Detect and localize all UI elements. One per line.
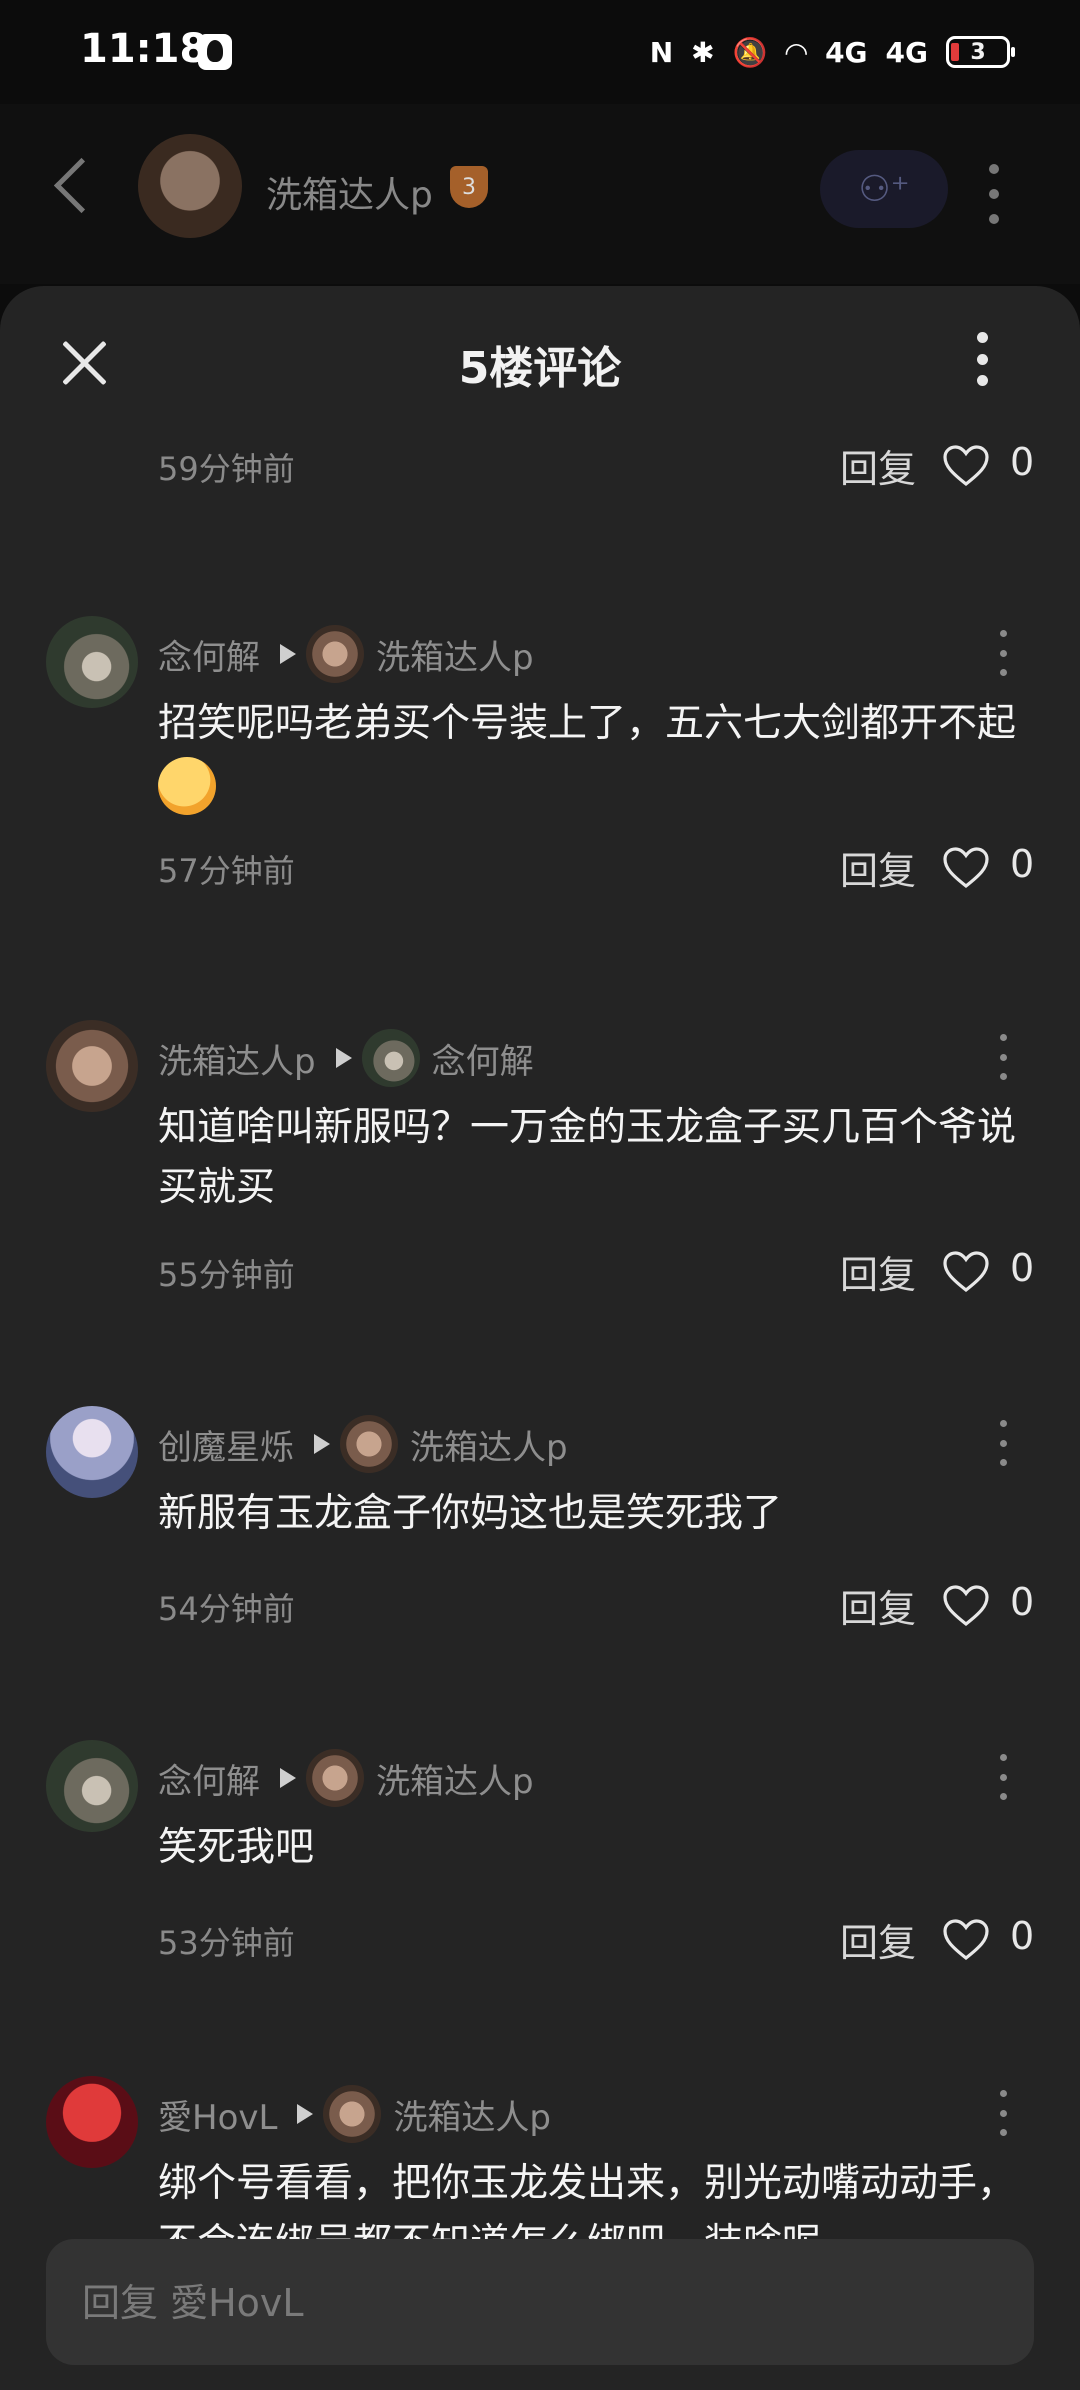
comment-userline: 念何解 洗箱达人p	[158, 1749, 534, 1807]
reply-button[interactable]: 回复	[840, 840, 916, 895]
reply-input[interactable]	[80, 2239, 1004, 2367]
reply-target-avatar[interactable]	[306, 625, 364, 683]
status-time: 11:18	[80, 26, 208, 72]
commenter-name[interactable]: 创魔星烁	[158, 1420, 294, 1469]
comment-item: 创魔星烁 洗箱达人p 新服有玉龙盒子你妈这也是笑死我了 54分钟前 回复 0	[0, 1406, 1080, 1631]
heart-icon[interactable]	[942, 1918, 990, 1962]
comment-text[interactable]: 招笑呢吗老弟买个号装上了，五六七大剑都开不起	[158, 694, 1038, 815]
reply-target-avatar[interactable]	[340, 1415, 398, 1473]
bluetooth-icon: ✱	[691, 35, 715, 69]
comment-text[interactable]: 知道啥叫新服吗？一万金的玉龙盒子买几百个爷说买就买	[158, 1098, 1038, 1218]
heart-icon[interactable]	[942, 846, 990, 890]
follow-button[interactable]: ⚇⁺	[820, 150, 948, 228]
comment-meta: 55分钟前 回复 0	[0, 1240, 1080, 1300]
status-bar: 11:18 N ✱ 🔕 ◠ 4G 4G 3	[0, 0, 1080, 104]
reply-arrow-icon	[280, 644, 296, 664]
sheet-header: 5楼评论	[0, 286, 1080, 434]
comment-more-icon[interactable]	[996, 630, 1010, 676]
comment-meta: 57分钟前 回复 0	[0, 836, 1080, 896]
thinking-emoji-icon	[158, 756, 216, 815]
comment-time: 59分钟前	[158, 450, 295, 488]
reply-target-name[interactable]: 念何解	[432, 1034, 534, 1083]
reply-button[interactable]: 回复	[840, 438, 916, 493]
avatar[interactable]	[46, 1740, 138, 1832]
comment-item: 念何解 洗箱达人p 笑死我吧 53分钟前 回复 0	[0, 1740, 1080, 1965]
add-user-icon: ⚇⁺	[858, 168, 910, 210]
comment-time: 57分钟前	[158, 852, 295, 890]
like-count: 0	[1010, 1246, 1035, 1290]
comment-text-body: 招笑呢吗老弟买个号装上了，五六七大剑都开不起	[158, 701, 1017, 746]
sheet-title: 5楼评论	[458, 343, 622, 394]
reply-target-name[interactable]: 洗箱达人p	[376, 630, 534, 679]
comment-userline: 愛HovL 洗箱达人p	[158, 2085, 551, 2143]
comment-time: 54分钟前	[158, 1590, 295, 1628]
reply-arrow-icon	[280, 1768, 296, 1788]
wifi-icon: ◠	[785, 35, 808, 69]
comment-userline: 洗箱达人p 念何解	[158, 1029, 534, 1087]
mute-bell-icon: 🔕	[732, 35, 768, 69]
like-count: 0	[1010, 842, 1035, 886]
reply-target-name[interactable]: 洗箱达人p	[376, 1754, 534, 1803]
battery-level: 3	[970, 39, 986, 65]
comment-time: 55分钟前	[158, 1256, 295, 1294]
nfc-icon: N	[649, 35, 674, 69]
comment-more-icon[interactable]	[996, 2090, 1010, 2136]
comment-userline: 念何解 洗箱达人p	[158, 625, 534, 683]
reply-button[interactable]: 回复	[840, 1912, 916, 1967]
reply-arrow-icon	[314, 1434, 330, 1454]
heart-icon[interactable]	[942, 1584, 990, 1628]
reply-input-bar	[46, 2239, 1034, 2367]
heart-icon[interactable]	[942, 1250, 990, 1294]
like-count: 0	[1010, 440, 1035, 484]
comment-text[interactable]: 新服有玉龙盒子你妈这也是笑死我了	[158, 1484, 1038, 1544]
comment-meta: 59分钟前 回复 0	[0, 434, 1080, 494]
reply-button[interactable]: 回复	[840, 1244, 916, 1299]
comment-item: 洗箱达人p 念何解 知道啥叫新服吗？一万金的玉龙盒子买几百个爷说买就买 55分钟…	[0, 1020, 1080, 1297]
avatar[interactable]	[46, 616, 138, 708]
author-name[interactable]: 洗箱达人p	[266, 166, 433, 218]
battery-icon: 3	[946, 36, 1015, 68]
comment-time: 53分钟前	[158, 1924, 295, 1962]
status-icons: N ✱ 🔕 ◠ 4G 4G 3	[649, 30, 1015, 74]
sheet-more-icon[interactable]	[970, 332, 994, 386]
comment-meta: 54分钟前 回复 0	[0, 1574, 1080, 1634]
reply-button[interactable]: 回复	[840, 1578, 916, 1633]
commenter-name[interactable]: 念何解	[158, 1754, 260, 1803]
comment-sheet: 5楼评论 59分钟前 回复 0 念何解 洗箱达人p 招笑呢吗老弟买个号装上了，五…	[0, 286, 1080, 2390]
level-badge: 3	[450, 166, 488, 208]
comment-userline: 创魔星烁 洗箱达人p	[158, 1415, 568, 1473]
avatar[interactable]	[46, 1020, 138, 1112]
reply-target-avatar[interactable]	[323, 2085, 382, 2143]
profile-header: 洗箱达人p 3 ⚇⁺	[0, 104, 1080, 284]
avatar[interactable]	[46, 1406, 138, 1498]
more-options-icon[interactable]	[982, 164, 1006, 224]
comment-more-icon[interactable]	[996, 1034, 1010, 1080]
reply-arrow-icon	[335, 1048, 352, 1068]
signal-4g-icon-1: 4G	[825, 35, 868, 69]
qq-notification-icon	[198, 34, 232, 70]
reply-target-name[interactable]: 洗箱达人p	[393, 2090, 551, 2139]
author-avatar[interactable]	[138, 134, 242, 238]
comment-list[interactable]: 59分钟前 回复 0 念何解 洗箱达人p 招笑呢吗老弟买个号装上了，五六七大剑都…	[0, 434, 1080, 2312]
heart-icon[interactable]	[942, 444, 990, 488]
reply-arrow-icon	[297, 2104, 314, 2124]
reply-target-avatar[interactable]	[361, 1029, 420, 1087]
commenter-name[interactable]: 愛HovL	[158, 2090, 277, 2139]
back-arrow-icon[interactable]	[53, 157, 110, 214]
comment-item: 念何解 洗箱达人p 招笑呢吗老弟买个号装上了，五六七大剑都开不起 57分钟前 回…	[0, 616, 1080, 893]
comment-more-icon[interactable]	[996, 1420, 1010, 1466]
like-count: 0	[1010, 1580, 1035, 1624]
reply-target-avatar[interactable]	[306, 1749, 364, 1807]
comment-meta: 53分钟前 回复 0	[0, 1908, 1080, 1968]
commenter-name[interactable]: 念何解	[158, 630, 260, 679]
like-count: 0	[1010, 1914, 1035, 1958]
reply-target-name[interactable]: 洗箱达人p	[410, 1420, 568, 1469]
avatar[interactable]	[46, 2076, 138, 2168]
comment-text[interactable]: 笑死我吧	[158, 1818, 1038, 1878]
comment-more-icon[interactable]	[996, 1754, 1010, 1800]
commenter-name[interactable]: 洗箱达人p	[158, 1034, 316, 1083]
signal-4g-icon-2: 4G	[885, 35, 928, 69]
